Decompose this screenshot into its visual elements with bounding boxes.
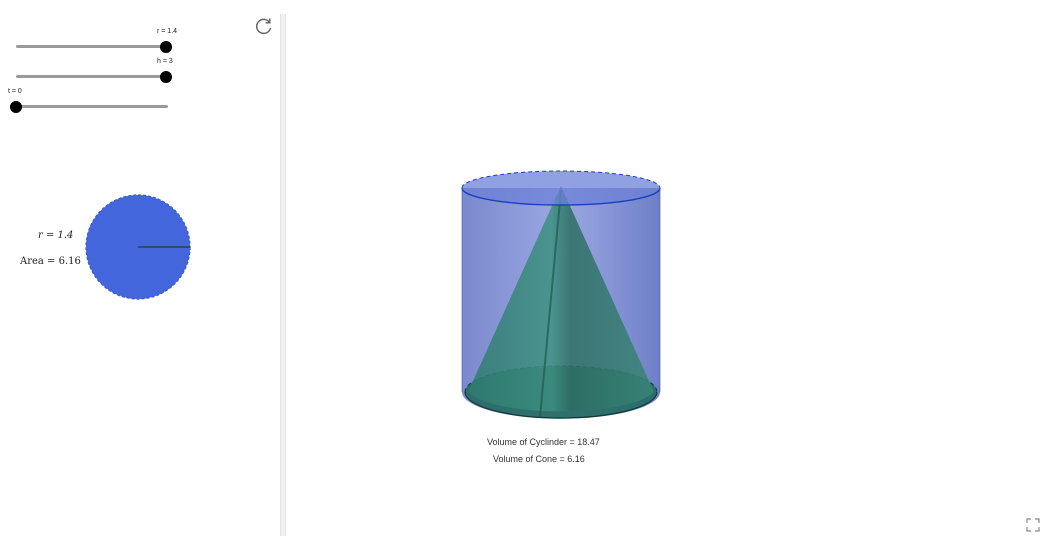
slider-r[interactable]: r = 1.4	[0, 0, 200, 55]
slider-h-thumb[interactable]	[160, 71, 172, 83]
volume-cylinder-text: Volume of Cyclinder = 18.47	[487, 437, 600, 447]
slider-h-label: h = 3	[157, 58, 173, 65]
slider-h[interactable]: h = 3	[0, 55, 200, 85]
volume-cone-text: Volume of Cone = 6.16	[493, 454, 585, 464]
radius-label: r = 1.4	[38, 230, 74, 241]
fullscreen-icon[interactable]	[1026, 518, 1040, 532]
area-label: Area = 6.16	[20, 256, 81, 267]
slider-r-label: r = 1.4	[157, 28, 178, 35]
reset-icon[interactable]	[254, 16, 274, 36]
slider-r-thumb[interactable]	[160, 41, 172, 53]
slider-r-track[interactable]	[16, 45, 166, 48]
circle-cross-section	[85, 194, 191, 300]
slider-t[interactable]: t = 0	[0, 85, 200, 115]
slider-t-label: t = 0	[8, 88, 22, 95]
graphics-3d-view[interactable]: Volume of Cyclinder = 18.47 Volume of Co…	[287, 0, 1046, 536]
slider-h-track[interactable]	[16, 75, 166, 78]
slider-t-thumb[interactable]	[10, 101, 22, 113]
panel-divider[interactable]	[280, 14, 286, 536]
slider-panel: r = 1.4 h = 3 t = 0 r = 1.4 Area = 6.16	[0, 0, 280, 536]
cylinder-cone-drawing	[461, 170, 661, 419]
slider-t-track[interactable]	[16, 105, 168, 108]
